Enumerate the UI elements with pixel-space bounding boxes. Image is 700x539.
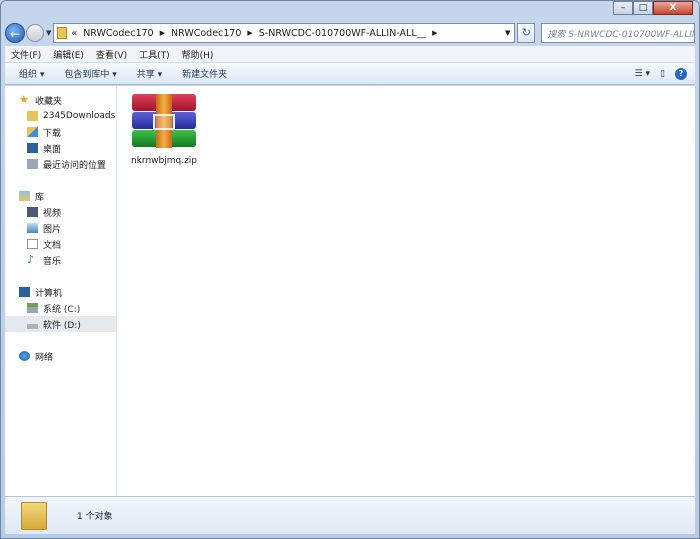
drive-icon [27,319,38,329]
menu-bar: 文件(F) 编辑(E) 查看(V) 工具(T) 帮助(H) [5,46,695,63]
nav-label: 库 [35,192,45,203]
nav-network[interactable]: 网络 [5,348,116,364]
back-button[interactable]: ← [5,23,25,43]
nav-label: 桌面 [43,144,62,155]
desktop-icon [27,143,38,153]
help-icon[interactable]: ? [675,67,687,80]
view-options-icon[interactable]: ☰ ▾ [635,69,650,79]
nav-drive-c[interactable]: 系统 (C:) [5,300,116,316]
nav-pictures[interactable]: 图片 [5,220,116,236]
nav-label: 音乐 [43,256,62,267]
nav-label: 系统 (C:) [43,304,81,315]
forward-button[interactable] [26,24,44,42]
nav-desktop[interactable]: 桌面 [5,140,116,156]
system-drive-icon [27,303,38,313]
nav-documents[interactable]: 文档 [5,236,116,252]
file-list: nkrnwbjmq.zip [117,86,695,496]
menu-tools[interactable]: 工具(T) [139,48,170,61]
library-icon [19,191,30,201]
network-icon [19,351,30,361]
folder-icon [57,27,68,39]
menu-edit[interactable]: 编辑(E) [53,48,84,61]
address-dropdown[interactable]: ▼ [505,29,510,37]
nav-label: 最近访问的位置 [43,160,107,171]
address-bar[interactable]: « NRWCodec170 ▶ NRWCodec170 ▶ S-NRWCDC-010… [53,23,516,43]
minimize-button[interactable]: – [613,1,633,15]
breadcrumb-item[interactable]: NRWCodec170 [83,28,153,39]
nav-label: 下载 [43,128,62,139]
share-button[interactable]: 共享 ▾ [137,67,162,80]
search-input[interactable]: 搜索 S-NRWCDC-010700WF-ALLIN... ⚲ [541,23,695,43]
navigation-pane: ★ 收藏夹 2345Downloads 下载 桌面 最近访问的位置 库 视频 图片… [5,86,117,496]
file-item[interactable]: nkrnwbjmq.zip [131,94,197,166]
breadcrumb-overflow[interactable]: « [71,28,77,39]
nav-label: 视频 [43,208,62,219]
command-bar: 组织 ▾ 包含到库中 ▾ 共享 ▾ 新建文件夹 ☰ ▾ ▯ ? [5,63,695,85]
nav-downloads[interactable]: 下载 [5,124,116,140]
folder-icon [27,111,38,121]
maximize-button[interactable]: □ [633,1,653,15]
nav-videos[interactable]: 视频 [5,204,116,220]
downloads-icon [27,127,38,137]
video-icon [27,207,38,217]
computer-icon [19,287,30,297]
search-placeholder: 搜索 S-NRWCDC-010700WF-ALLIN... [547,29,695,40]
nav-label: 2345Downloads [43,111,116,121]
nav-recent-places[interactable]: 最近访问的位置 [5,156,116,172]
nav-label: 网络 [35,352,54,363]
include-in-library-button[interactable]: 包含到库中 ▾ [64,67,116,80]
item-count: 1 个对象 [77,512,113,522]
star-icon: ★ [19,93,29,106]
pictures-icon [27,223,38,233]
nav-2345downloads[interactable]: 2345Downloads [5,108,116,124]
recent-places-icon [27,159,38,169]
menu-help[interactable]: 帮助(H) [182,48,214,61]
preview-pane-icon[interactable]: ▯ [660,69,665,79]
nav-label: 收藏夹 [35,96,63,107]
folder-icon [21,501,47,530]
close-button[interactable]: X [653,1,693,15]
nav-favorites[interactable]: ★ 收藏夹 [5,92,116,108]
nav-label: 软件 (D:) [43,320,81,331]
nav-drive-d[interactable]: 软件 (D:) [5,316,116,332]
chevron-right-icon[interactable]: ▶ [247,29,252,37]
nav-label: 计算机 [35,288,63,299]
refresh-button[interactable]: ↻ [517,23,536,43]
title-bar: – □ X [1,1,699,19]
organize-button[interactable]: 组织 ▾ [19,67,44,80]
nav-label: 文档 [43,240,62,251]
details-pane: 1 个对象 [5,496,695,534]
breadcrumb-item[interactable]: S-NRWCDC-010700WF-ALLIN-ALL__ [259,28,426,39]
menu-view[interactable]: 查看(V) [96,48,127,61]
new-folder-button[interactable]: 新建文件夹 [182,67,227,80]
explorer-window: – □ X ← ▼ « NRWCodec170 ▶ NRWCodec170 ▶ S-… [0,0,700,539]
nav-label: 图片 [43,224,62,235]
music-icon: ♪ [27,253,35,266]
file-name: nkrnwbjmq.zip [131,156,198,166]
documents-icon [27,239,38,249]
nav-libraries[interactable]: 库 [5,188,116,204]
winrar-archive-icon [132,94,196,150]
breadcrumb-item[interactable]: NRWCodec170 [171,28,241,39]
chevron-right-icon[interactable]: ▶ [432,29,437,37]
recent-pages-dropdown[interactable]: ▼ [46,29,51,37]
chevron-right-icon[interactable]: ▶ [160,29,165,37]
nav-computer[interactable]: 计算机 [5,284,116,300]
nav-music[interactable]: ♪ 音乐 [5,252,116,268]
menu-file[interactable]: 文件(F) [11,48,41,61]
